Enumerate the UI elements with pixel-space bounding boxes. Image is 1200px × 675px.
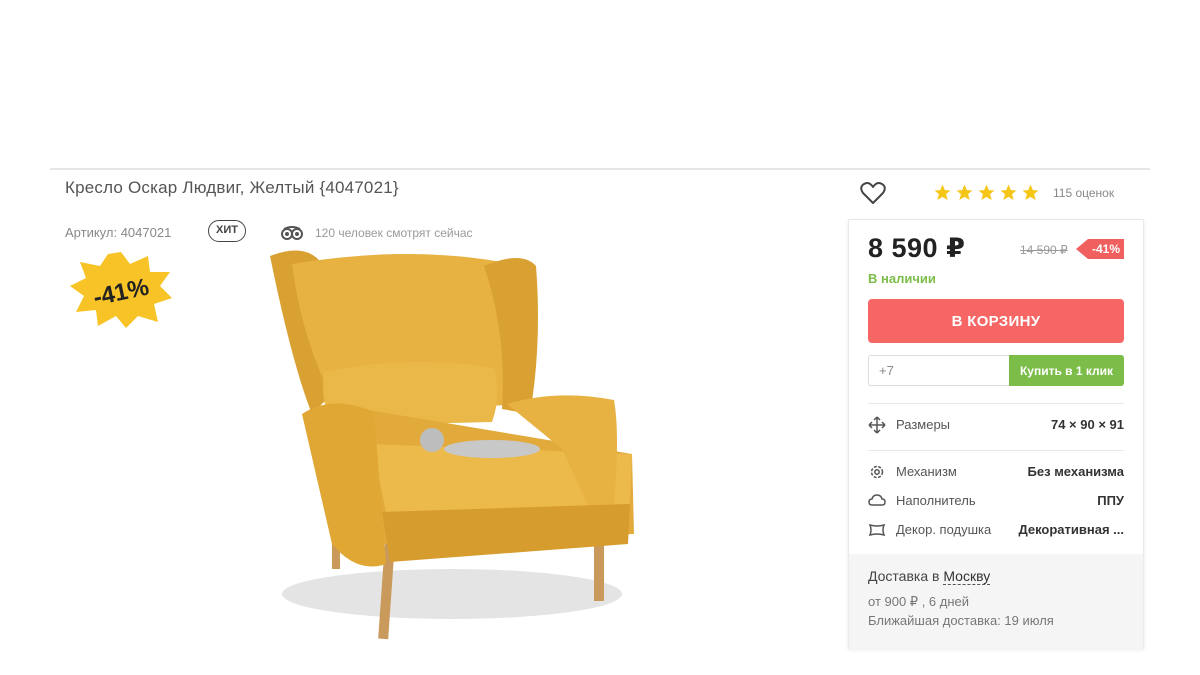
spec-label: Наполнитель [896, 493, 976, 508]
delivery-prefix: Доставка в [868, 568, 944, 584]
delivery-cost: от 900 ₽ , 6 дней [868, 594, 970, 609]
hit-badge: ХИТ [208, 220, 246, 242]
divider [868, 403, 1124, 404]
move-arrows-icon [868, 416, 886, 434]
purchase-card: 8 590 ₽ 14 590 ₽ -41% В наличии В КОРЗИН… [848, 219, 1144, 650]
spec-value: Декоративная ... [1018, 522, 1124, 537]
cloud-icon [868, 494, 886, 506]
star-icon [1022, 184, 1039, 201]
armchair-image [270, 250, 634, 640]
star-icon [956, 184, 973, 201]
rating-count-link[interactable]: 115 оценок [1053, 186, 1114, 200]
spec-label: Размеры [896, 417, 951, 432]
top-divider [50, 168, 1150, 170]
spec-row-filling: Наполнитель ППУ [868, 491, 1124, 511]
spec-value: 74 × 90 × 91 [1050, 417, 1124, 432]
pillow-icon [868, 523, 886, 537]
delivery-title: Доставка в Москву [868, 568, 991, 585]
spec-value: Без механизма [1027, 464, 1124, 479]
gear-icon [870, 465, 884, 479]
spec-value: ППУ [1097, 493, 1124, 508]
spec-label: Механизм [896, 464, 957, 479]
stock-status: В наличии [868, 271, 936, 286]
discount-burst-badge: -41% [70, 252, 172, 328]
delivery-info: Доставка в Москву от 900 ₽ , 6 дней Ближ… [849, 554, 1143, 650]
rating-stars [933, 183, 1040, 202]
phone-input[interactable] [868, 355, 1009, 386]
spec-row-pillow: Декор. подушка Декоративная ... [868, 520, 1124, 540]
spec-row-size: Размеры 74 × 90 × 91 [868, 415, 1124, 435]
product-sku: Артикул: 4047021 [65, 225, 172, 240]
buy-one-click-button[interactable]: Купить в 1 клик [1009, 355, 1124, 386]
spec-label: Декор. подушка [896, 522, 992, 537]
product-title: Кресло Оскар Людвиг, Желтый {4047021} [65, 178, 399, 197]
star-icon [1000, 184, 1017, 201]
discount-tag: -41% [1076, 239, 1124, 259]
spec-row-mechanism: Механизм Без механизма [868, 462, 1124, 482]
delivery-city-link[interactable]: Москву [943, 568, 991, 585]
wishlist-heart-icon[interactable] [860, 181, 886, 205]
viewers-count: 120 человек смотрят сейчас [315, 226, 473, 240]
old-price: 14 590 ₽ [1020, 243, 1068, 257]
current-price: 8 590 ₽ [868, 233, 966, 263]
star-icon [934, 184, 951, 201]
binoculars-icon [281, 226, 303, 240]
star-icon [978, 184, 995, 201]
delivery-nearest: Ближайшая доставка: 19 июля [868, 613, 1054, 628]
divider [868, 450, 1124, 451]
add-to-cart-button[interactable]: В КОРЗИНУ [868, 299, 1124, 343]
